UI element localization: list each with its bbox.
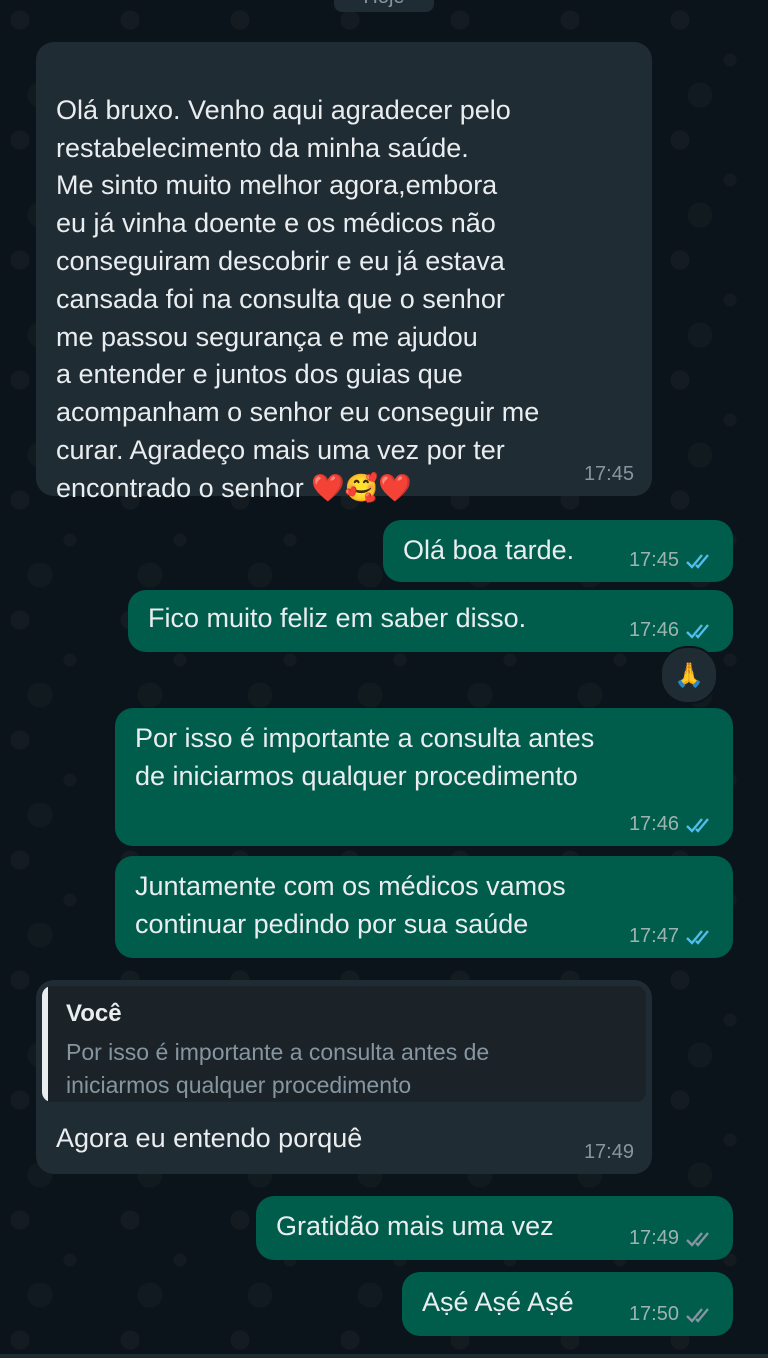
reaction-badge[interactable]: 🙏 xyxy=(660,646,718,704)
double-check-delivered-icon xyxy=(685,1230,715,1248)
message-time: 17:50 xyxy=(628,1303,679,1325)
incoming-reply-message[interactable]: Você Por isso é importante a consulta an… xyxy=(36,980,652,1174)
message-text: Juntamente com os médicos vamos continua… xyxy=(135,871,566,939)
message-time: 17:47 xyxy=(628,925,679,947)
message-time: 17:46 xyxy=(628,813,679,835)
message-text: Olá bruxo. Venho aqui agradecer pelo res… xyxy=(56,94,540,503)
outgoing-message[interactable]: Fico muito feliz em saber disso. 17:46 xyxy=(128,590,733,652)
message-time: 17:46 xyxy=(628,619,679,641)
double-check-read-icon xyxy=(685,816,715,834)
message-time: 17:45 xyxy=(628,549,679,571)
double-check-delivered-icon xyxy=(685,1306,715,1324)
double-check-read-icon xyxy=(685,928,715,946)
message-meta: 17:45 xyxy=(629,549,715,572)
folded-hands-emoji: 🙏 xyxy=(674,661,704,689)
message-meta: 17:49 xyxy=(584,1141,634,1164)
date-chip: Hoje xyxy=(334,0,434,12)
outgoing-message[interactable]: Gratidão mais uma vez 17:49 xyxy=(256,1196,733,1260)
message-text: Olá boa tarde. xyxy=(403,535,575,565)
message-meta: 17:50 xyxy=(629,1303,715,1326)
message-meta: 17:49 xyxy=(629,1227,715,1250)
bottom-strip xyxy=(0,1354,768,1358)
double-check-read-icon xyxy=(685,622,715,640)
message-meta: 17:47 xyxy=(629,925,715,948)
quote-accent-bar xyxy=(42,986,48,1102)
message-meta: 17:45 xyxy=(584,463,634,486)
outgoing-message[interactable]: Por isso é importante a consulta antes d… xyxy=(115,708,733,846)
quote-author: Você xyxy=(66,1000,122,1027)
message-text: Agora eu entendo porquê xyxy=(56,1123,363,1153)
message-time: 17:49 xyxy=(628,1227,679,1249)
heart-emoji-group: ❤️🥰❤️ xyxy=(311,472,413,504)
incoming-message[interactable]: Olá bruxo. Venho aqui agradecer pelo res… xyxy=(36,42,652,504)
message-text: Por isso é importante a consulta antes d… xyxy=(135,723,595,791)
quote-text: Por isso é importante a consulta antes d… xyxy=(66,1039,490,1098)
message-meta: 17:46 xyxy=(629,813,715,836)
outgoing-message[interactable]: Olá boa tarde. 17:45 xyxy=(383,520,733,582)
message-text: Gratidão mais uma vez xyxy=(276,1211,554,1241)
message-time: 17:49 xyxy=(583,1141,634,1163)
outgoing-message[interactable]: Aṣé Aṣé Aṣé 17:50 xyxy=(402,1272,733,1336)
double-check-read-icon xyxy=(685,552,715,570)
message-text: Aṣé Aṣé Aṣé xyxy=(422,1287,574,1317)
quoted-message[interactable]: Você Por isso é importante a consulta an… xyxy=(42,986,646,1102)
message-time: 17:45 xyxy=(583,463,634,485)
message-meta: 17:46 xyxy=(629,619,715,642)
outgoing-message[interactable]: Juntamente com os médicos vamos continua… xyxy=(115,856,733,958)
message-text: Fico muito feliz em saber disso. xyxy=(148,603,527,633)
